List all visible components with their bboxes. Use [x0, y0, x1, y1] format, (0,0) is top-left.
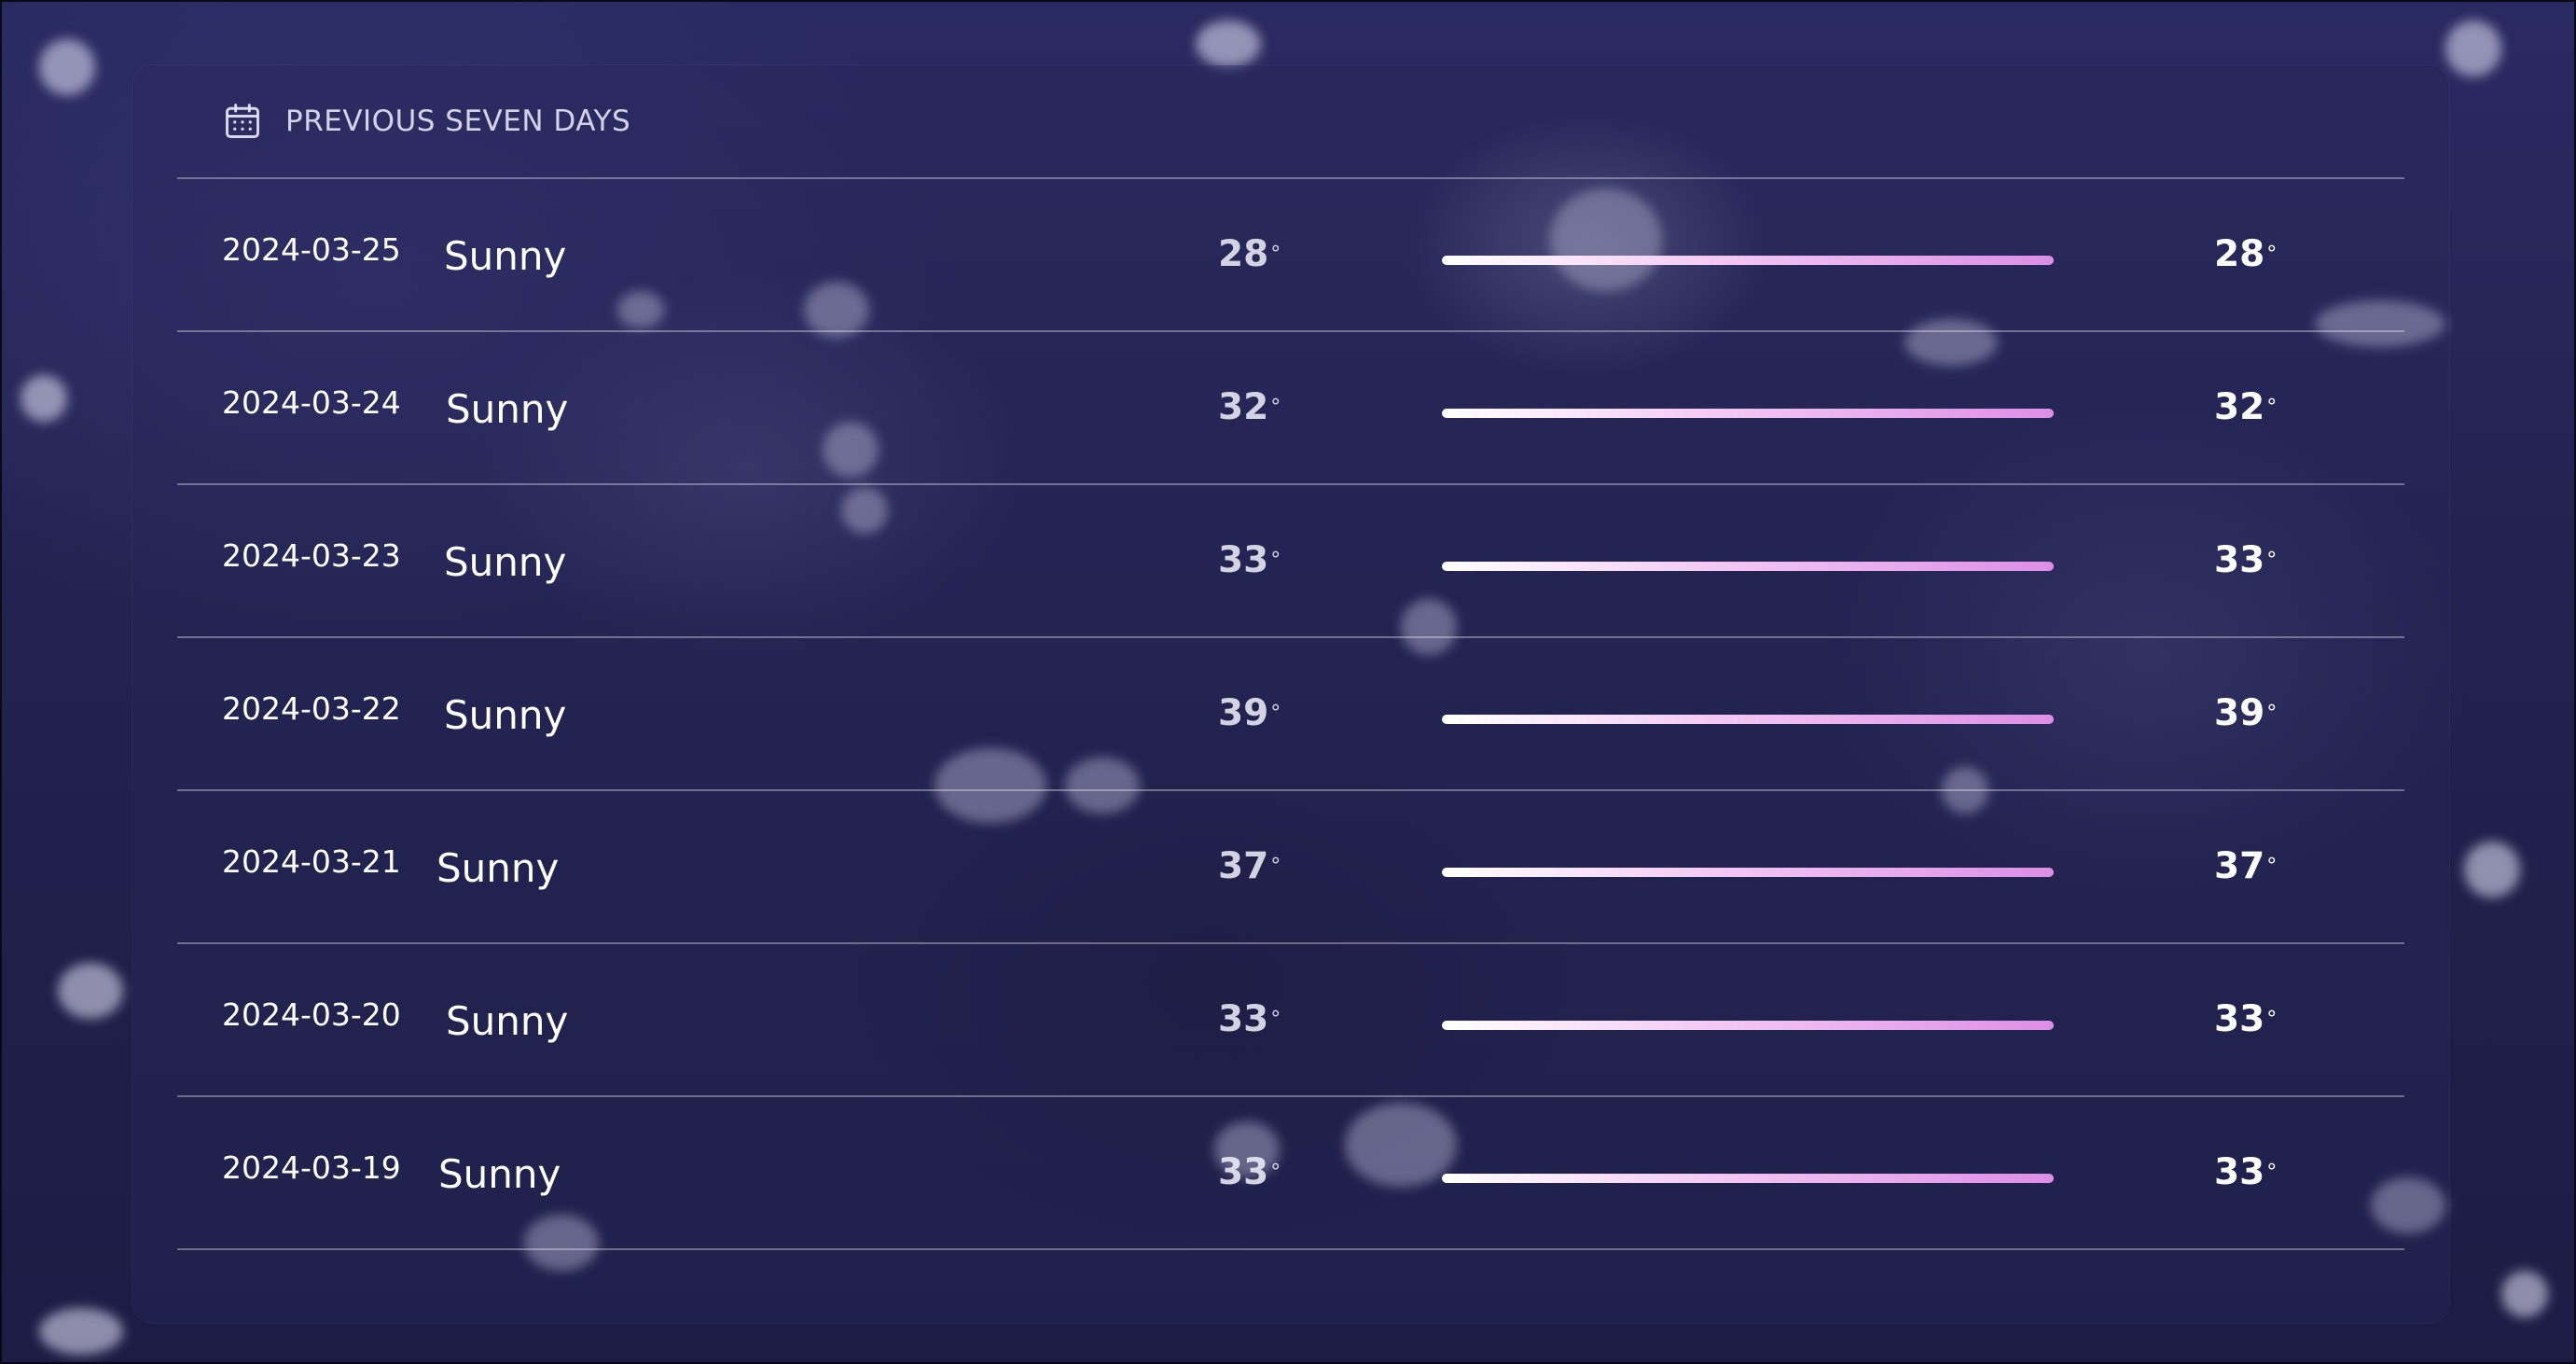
day-low-temp: 37° — [1218, 845, 1281, 887]
day-condition: Sunny — [436, 845, 560, 891]
day-row: 2024-03-25 Sunny 28° 28° — [177, 179, 2404, 332]
day-condition: Sunny — [438, 1151, 561, 1197]
day-low-temp: 33° — [1218, 539, 1281, 581]
day-high-temp: 33° — [2214, 1151, 2278, 1193]
day-high-temp: 28° — [2214, 233, 2278, 275]
day-condition: Sunny — [446, 386, 569, 432]
temp-range-bar — [1442, 562, 2054, 571]
day-list: 2024-03-25 Sunny 28° 28° 2024-03-24 Sunn… — [177, 179, 2404, 1250]
temp-range-bar — [1442, 868, 2054, 877]
day-row: 2024-03-23 Sunny 33° 33° — [177, 485, 2404, 638]
day-row: 2024-03-21 Sunny 37° 37° — [177, 791, 2404, 944]
temp-range-bar — [1442, 715, 2054, 724]
day-row: 2024-03-22 Sunny 39° 39° — [177, 638, 2404, 791]
day-high-temp: 33° — [2214, 998, 2278, 1040]
day-row: 2024-03-20 Sunny 33° 33° — [177, 944, 2404, 1097]
day-date: 2024-03-25 — [222, 231, 401, 268]
day-low-temp: 39° — [1218, 692, 1281, 734]
day-row: 2024-03-19 Sunny 33° 33° — [177, 1097, 2404, 1250]
day-high-temp: 32° — [2214, 386, 2278, 428]
calendar-icon — [226, 104, 259, 138]
day-date: 2024-03-21 — [222, 843, 401, 880]
day-date: 2024-03-23 — [222, 537, 401, 574]
day-condition: Sunny — [444, 692, 567, 738]
temp-range-bar — [1442, 256, 2054, 265]
day-condition: Sunny — [444, 539, 567, 585]
day-date: 2024-03-20 — [222, 996, 401, 1033]
temp-range-bar — [1442, 409, 2054, 418]
panel-title: PREVIOUS SEVEN DAYS — [285, 104, 631, 138]
day-low-temp: 28° — [1218, 233, 1281, 275]
day-date: 2024-03-24 — [222, 384, 401, 421]
temp-range-bar — [1442, 1021, 2054, 1030]
day-high-temp: 39° — [2214, 692, 2278, 734]
day-condition: Sunny — [446, 998, 569, 1044]
day-low-temp: 33° — [1218, 1151, 1281, 1193]
day-date: 2024-03-19 — [222, 1149, 401, 1186]
day-condition: Sunny — [444, 233, 567, 279]
day-row: 2024-03-24 Sunny 32° 32° — [177, 332, 2404, 485]
day-high-temp: 33° — [2214, 539, 2278, 581]
panel-header: PREVIOUS SEVEN DAYS — [177, 65, 2404, 179]
temp-range-bar — [1442, 1174, 2054, 1183]
forecast-panel: PREVIOUS SEVEN DAYS 2024-03-25 Sunny 28°… — [132, 65, 2449, 1323]
day-high-temp: 37° — [2214, 845, 2278, 887]
day-low-temp: 32° — [1218, 386, 1281, 428]
day-low-temp: 33° — [1218, 998, 1281, 1040]
day-date: 2024-03-22 — [222, 690, 401, 727]
